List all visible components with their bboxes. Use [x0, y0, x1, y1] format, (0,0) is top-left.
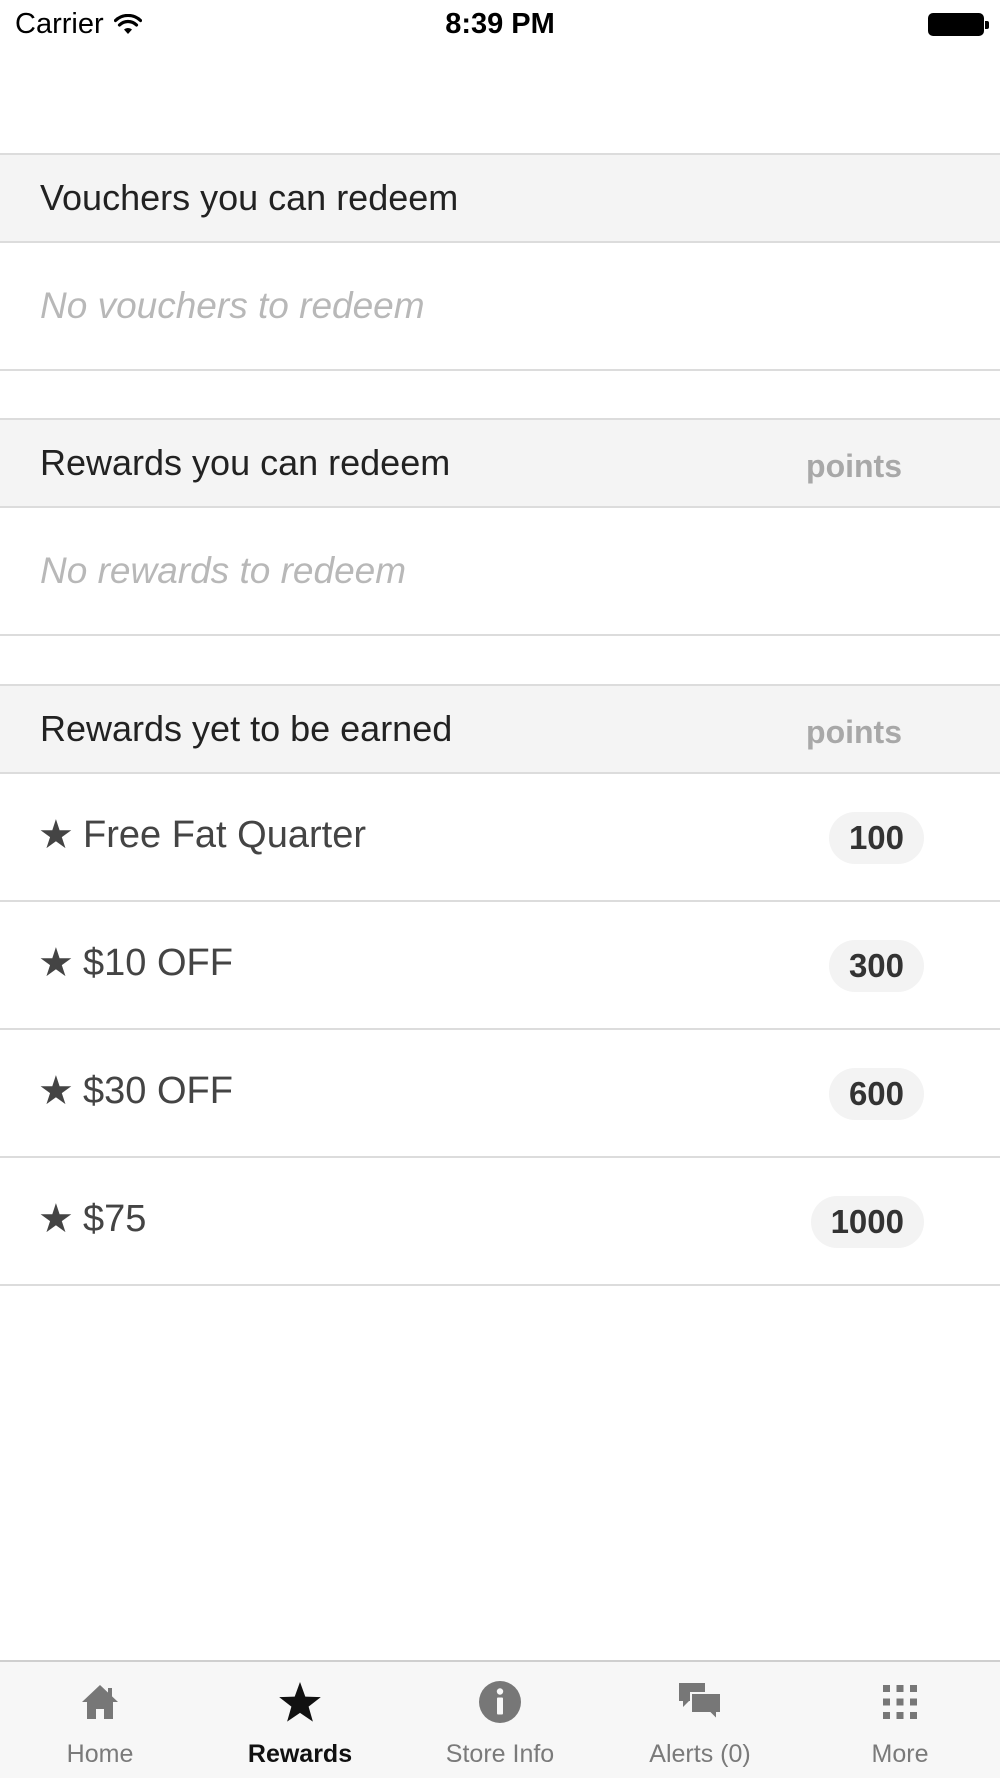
reward-label: $30 OFF — [83, 1070, 233, 1112]
tab-bar: Home Rewards Store Info Alerts (0) More — [0, 1660, 1000, 1778]
unearned-rewards-section-header: Rewards yet to be earned points — [0, 684, 1000, 774]
home-icon — [0, 1676, 200, 1728]
chat-bubbles-icon — [600, 1676, 800, 1728]
reward-row[interactable]: ★ $75 1000 — [0, 1158, 1000, 1286]
tab-store-info-label: Store Info — [445, 1740, 555, 1768]
tab-home[interactable]: Home — [0, 1662, 200, 1778]
tab-more-label: More — [871, 1740, 929, 1768]
unearned-rewards-section-title: Rewards yet to be earned — [40, 708, 453, 749]
grid-dots-icon — [800, 1676, 1000, 1728]
unearned-rewards-points-label: points — [806, 714, 902, 750]
reward-row[interactable]: ★ Free Fat Quarter 100 — [0, 774, 1000, 902]
reward-row[interactable]: ★ $10 OFF 300 — [0, 902, 1000, 1030]
reward-label: Free Fat Quarter — [83, 814, 366, 856]
redeemable-rewards-section-header: Rewards you can redeem points — [0, 418, 1000, 508]
reward-label: $10 OFF — [83, 942, 233, 984]
star-icon — [200, 1676, 400, 1728]
star-icon: ★ — [38, 940, 74, 986]
star-icon: ★ — [38, 812, 74, 858]
vouchers-section-title: Vouchers you can redeem — [40, 177, 459, 218]
status-bar: Carrier 8:39 PM — [0, 0, 1000, 50]
redeemable-rewards-empty-text: No rewards to redeem — [40, 550, 407, 591]
tab-alerts[interactable]: Alerts (0) — [600, 1662, 800, 1778]
tab-rewards-label: Rewards — [247, 1740, 353, 1768]
redeemable-rewards-empty-row: No rewards to redeem — [0, 508, 1000, 636]
star-icon: ★ — [38, 1196, 74, 1242]
reward-points-badge: 600 — [828, 1068, 924, 1120]
battery-icon — [928, 13, 989, 36]
vouchers-empty-row: No vouchers to redeem — [0, 243, 1000, 371]
info-icon — [400, 1676, 600, 1728]
vouchers-empty-text: No vouchers to redeem — [40, 285, 425, 326]
vouchers-section-header: Vouchers you can redeem — [0, 153, 1000, 243]
redeemable-rewards-section-title: Rewards you can redeem — [40, 442, 451, 483]
tab-alerts-label: Alerts (0) — [649, 1740, 751, 1768]
tab-store-info[interactable]: Store Info — [400, 1662, 600, 1778]
status-time: 8:39 PM — [445, 8, 555, 40]
tab-more[interactable]: More — [800, 1662, 1000, 1778]
reward-label: $75 — [83, 1198, 147, 1240]
reward-points-badge: 300 — [828, 940, 924, 992]
tab-home-label: Home — [66, 1740, 134, 1768]
reward-row[interactable]: ★ $30 OFF 600 — [0, 1030, 1000, 1158]
reward-points-badge: 1000 — [810, 1196, 924, 1248]
star-icon: ★ — [38, 1068, 74, 1114]
redeemable-rewards-points-label: points — [806, 448, 902, 484]
rewards-screen: Carrier 8:39 PM Vouchers you can redeem … — [0, 0, 1000, 1778]
tab-rewards[interactable]: Rewards — [200, 1662, 400, 1778]
reward-points-badge: 100 — [828, 812, 924, 864]
